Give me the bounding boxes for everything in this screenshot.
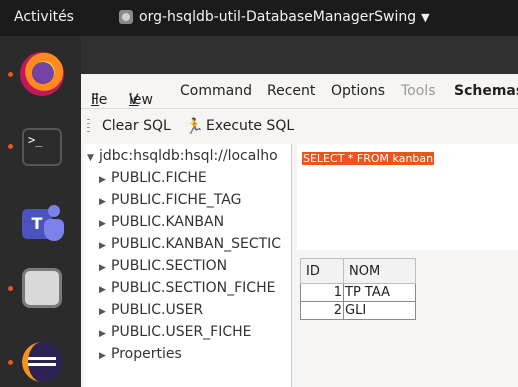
running-indicator: [8, 144, 13, 149]
tree-item-properties[interactable]: ▶ Properties: [99, 346, 182, 362]
files-icon[interactable]: [8, 264, 66, 312]
top-bar: Activités org-hsqldb-util-DatabaseManage…: [0, 0, 518, 36]
toolbar-grip[interactable]: [87, 119, 90, 135]
tree-item-label: PUBLIC.USER: [111, 302, 204, 318]
table-row: 2 GLI: [300, 301, 416, 320]
eclipse-arc: [22, 342, 62, 382]
menu-options[interactable]: Options: [331, 83, 385, 99]
tree-item-label: PUBLIC.KANBAN: [111, 214, 225, 230]
tree-item-label: Properties: [111, 346, 182, 362]
tree-item-label: PUBLIC.SECTION: [111, 258, 228, 274]
tree-item-user-fiche[interactable]: ▶ PUBLIC.USER_FICHE: [99, 324, 252, 340]
app-name: org-hsqldb-util-DatabaseManagerSwing: [139, 9, 417, 25]
schema-tree: ▼ jdbc:hsqldb:hsql://localho ▶ PUBLIC.FICH…: [85, 144, 292, 387]
table-header-row: ID NOM: [300, 258, 416, 284]
folder-shape: [22, 268, 62, 308]
eclipse-icon[interactable]: [8, 338, 66, 386]
menu-command[interactable]: Command: [180, 83, 252, 99]
activities-button[interactable]: Activités: [14, 9, 74, 25]
running-indicator: [8, 72, 13, 77]
tree-item-section[interactable]: ▶ PUBLIC.SECTION: [99, 258, 227, 274]
menu-tools: Tools: [401, 83, 436, 99]
database-manager-window: File View Command Recent Options Tools S…: [81, 36, 518, 387]
teams-person-head: [48, 205, 60, 217]
table-cell[interactable]: TP TAA: [343, 283, 416, 302]
terminal-glyph: >_: [22, 128, 62, 166]
tree-item-label: PUBLIC.KANBAN_SECTIC: [111, 236, 282, 252]
tree-collapsed-icon: ▶: [99, 329, 106, 339]
firefox-icon[interactable]: [8, 50, 66, 98]
menu-file-rest: ile: [91, 92, 108, 108]
terminal-icon[interactable]: >_: [8, 124, 66, 172]
menu-bar: File View Command Recent Options Tools S…: [81, 74, 518, 108]
window-titlebar[interactable]: [81, 36, 518, 74]
tree-collapsed-icon: ▶: [99, 307, 106, 317]
tree-collapsed-icon: ▶: [99, 197, 106, 207]
tree-item-label: PUBLIC.USER_FICHE: [111, 324, 252, 340]
firefox-globe: [32, 62, 54, 84]
tree-item-fiche-tag[interactable]: ▶ PUBLIC.FICHE_TAG: [99, 192, 241, 208]
menu-recent[interactable]: Recent: [267, 83, 315, 99]
table-cell[interactable]: 2: [300, 301, 344, 320]
table-row: 1 TP TAA: [300, 283, 416, 302]
tree-item-kanban-section[interactable]: ▶ PUBLIC.KANBAN_SECTIC: [99, 236, 281, 252]
menu-view-rest: iew: [129, 92, 153, 108]
tree-collapsed-icon: ▶: [99, 175, 106, 185]
teams-icon[interactable]: T: [18, 201, 66, 249]
table-cell[interactable]: GLI: [343, 301, 416, 320]
tree-item-section-fiche[interactable]: ▶ PUBLIC.SECTION_FICHE: [99, 280, 275, 296]
tree-item-user[interactable]: ▶ PUBLIC.USER: [99, 302, 203, 318]
tree-item-label: PUBLIC.FICHE: [111, 170, 207, 186]
results-table: ID NOM 1 TP TAA 2 GLI: [300, 258, 416, 320]
tree-collapsed-icon: ▶: [99, 351, 106, 361]
tree-collapsed-icon: ▶: [99, 285, 106, 295]
app-icon: [119, 10, 133, 24]
teams-person-body: [44, 219, 64, 241]
menu-schemas[interactable]: Schemas: [454, 83, 518, 99]
sql-editor[interactable]: SELECT * FROM kanban: [297, 144, 518, 251]
results-panel: ID NOM 1 TP TAA 2 GLI: [297, 250, 518, 387]
chevron-down-icon: ▼: [421, 10, 430, 24]
running-indicator: [8, 360, 13, 365]
column-header-nom[interactable]: NOM: [343, 258, 416, 284]
tree-item-label: PUBLIC.FICHE_TAG: [111, 192, 242, 208]
tree-root-label: jdbc:hsqldb:hsql://localho: [99, 148, 278, 164]
tree-collapsed-icon: ▶: [99, 219, 106, 229]
execute-sql-button[interactable]: Execute SQL: [206, 118, 294, 134]
dock: >_ T: [0, 36, 81, 387]
tree-collapsed-icon: ▶: [99, 241, 106, 251]
toolbar: Clear SQL 🏃 Execute SQL: [81, 108, 518, 145]
tree-root[interactable]: ▼ jdbc:hsqldb:hsql://localho: [87, 148, 278, 164]
tree-item-fiche[interactable]: ▶ PUBLIC.FICHE: [99, 170, 207, 186]
sql-query-text: SELECT * FROM kanban: [302, 152, 435, 165]
tree-item-label: PUBLIC.SECTION_FICHE: [111, 280, 276, 296]
execute-icon: 🏃: [185, 117, 204, 135]
tree-expanded-icon: ▼: [87, 153, 94, 163]
clear-sql-button[interactable]: Clear SQL: [102, 118, 171, 134]
tree-item-kanban[interactable]: ▶ PUBLIC.KANBAN: [99, 214, 224, 230]
table-cell[interactable]: 1: [300, 283, 344, 302]
eclipse-disc: [22, 342, 62, 382]
column-header-id[interactable]: ID: [300, 258, 344, 284]
app-menu[interactable]: org-hsqldb-util-DatabaseManagerSwing ▼: [119, 9, 430, 25]
tree-collapsed-icon: ▶: [99, 263, 106, 273]
running-indicator: [8, 286, 13, 291]
